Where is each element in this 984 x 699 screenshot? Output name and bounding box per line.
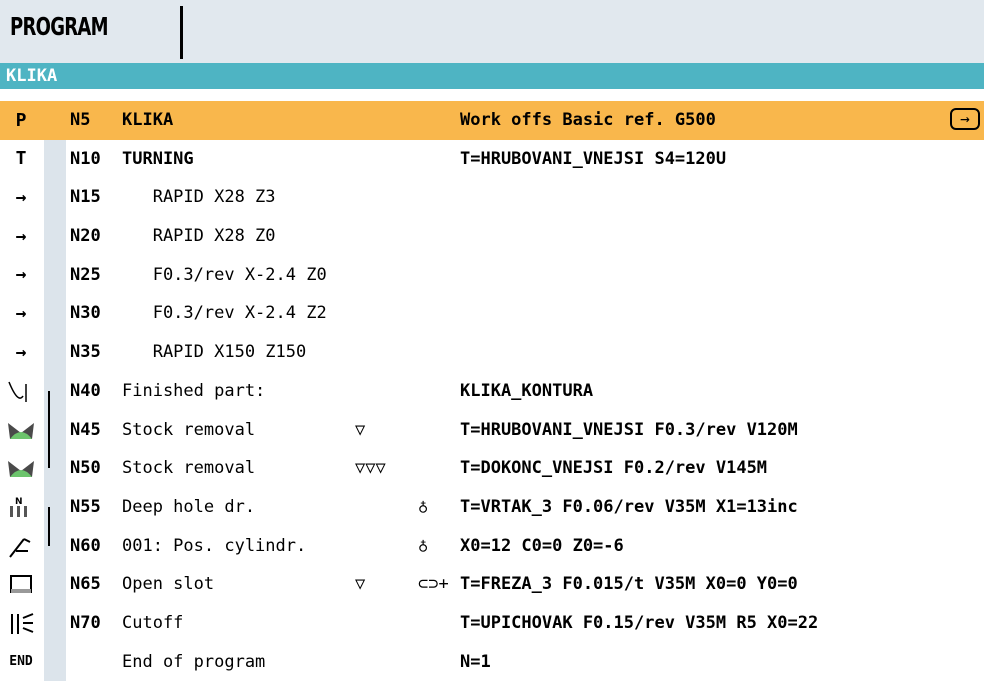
block-description: Stock removal bbox=[122, 419, 256, 440]
program-row[interactable]: → N15 RAPID X28 Z3 bbox=[0, 178, 984, 218]
block-description: Deep hole dr. bbox=[122, 496, 256, 517]
block-number: N30 bbox=[70, 303, 101, 324]
row-gutter bbox=[44, 139, 66, 179]
row-symbol: END bbox=[9, 654, 33, 670]
row-gutter bbox=[44, 255, 66, 295]
svg-text:N: N bbox=[15, 497, 23, 507]
block-number: N40 bbox=[70, 380, 101, 401]
program-name: KLIKA bbox=[6, 66, 58, 86]
open-slot-icon bbox=[4, 571, 38, 597]
deep-hole-icon: N bbox=[4, 494, 38, 520]
row-gutter bbox=[44, 565, 66, 604]
block-description: 001: Pos. cylindr. bbox=[122, 535, 307, 556]
block-mark: ▽▽▽ bbox=[355, 458, 386, 479]
block-number: N20 bbox=[70, 226, 101, 247]
program-row[interactable]: → N20 RAPID X28 Z0 bbox=[0, 217, 984, 256]
block-info: Work offs Basic ref. G500 bbox=[460, 110, 716, 130]
block-number: N60 bbox=[70, 535, 101, 556]
block-info: T=FREZA_3 F0.015/t V35M X0=0 Y0=0 bbox=[460, 574, 798, 595]
page-title: PROGRAM bbox=[10, 12, 109, 41]
row-gutter bbox=[44, 294, 66, 334]
block-info: X0=12 C0=0 Z0=-6 bbox=[460, 535, 624, 556]
program-row[interactable]: P N5 KLIKA Work offs Basic ref. G500 → bbox=[0, 101, 984, 140]
block-mark: ▽ bbox=[355, 574, 366, 595]
group-bracket bbox=[48, 390, 60, 469]
block-number: N25 bbox=[70, 264, 101, 285]
exit-icon[interactable]: → bbox=[950, 108, 980, 130]
stock-removal-icon bbox=[4, 455, 38, 481]
block-info: T=VRTAK_3 F0.06/rev V35M X1=13inc bbox=[460, 496, 798, 517]
block-number: N55 bbox=[70, 496, 101, 517]
block-description: Cutoff bbox=[122, 612, 184, 633]
block-description: Finished part: bbox=[122, 380, 266, 401]
finished-part-icon bbox=[4, 378, 38, 404]
block-description: KLIKA bbox=[122, 110, 174, 130]
row-gutter bbox=[44, 333, 66, 372]
block-description: Open slot bbox=[122, 574, 215, 595]
group-bracket bbox=[48, 507, 60, 546]
block-description: End of program bbox=[122, 651, 266, 672]
block-description: F0.3/rev X-2.4 Z2 bbox=[122, 303, 327, 324]
program-row[interactable]: N40 Finished part: KLIKA_KONTURA bbox=[0, 371, 984, 411]
arrow-icon: → bbox=[15, 225, 27, 247]
block-info: T=UPICHOVAK F0.15/rev V35M R5 X0=22 bbox=[460, 612, 819, 633]
block-mark: ♁ bbox=[418, 535, 429, 556]
block-description: F0.3/rev X-2.4 Z0 bbox=[122, 264, 327, 285]
row-gutter bbox=[44, 642, 66, 682]
program-row[interactable]: N70 Cutoff T=UPICHOVAK F0.15/rev V35M R5 X… bbox=[0, 603, 984, 643]
block-description: TURNING bbox=[122, 148, 194, 169]
program-row[interactable]: N60 001: Pos. cylindr. ♁ X0=12 C0=0 Z0=-6 bbox=[0, 526, 984, 566]
program-row[interactable]: N45 Stock removal ▽ T=HRUBOVANI_VNEJSI F0.3… bbox=[0, 410, 984, 450]
block-info: T=HRUBOVANI_VNEJSI F0.3/rev V120M bbox=[460, 419, 798, 440]
program-row[interactable]: → N35 RAPID X150 Z150 bbox=[0, 333, 984, 372]
block-number: N45 bbox=[70, 419, 101, 440]
position-icon bbox=[4, 533, 38, 559]
block-info: KLIKA_KONTURA bbox=[460, 380, 594, 401]
block-mark: ▽ bbox=[355, 419, 366, 440]
arrow-icon: → bbox=[15, 341, 27, 363]
program-list: P N5 KLIKA Work offs Basic ref. G500 → T N10 TU… bbox=[0, 101, 984, 682]
cutoff-icon bbox=[4, 610, 38, 636]
header-bar: PROGRAM bbox=[0, 0, 984, 63]
block-number: N65 bbox=[70, 574, 101, 595]
block-description: RAPID X28 Z3 bbox=[122, 187, 276, 208]
block-description: Stock removal bbox=[122, 458, 256, 479]
block-number: N35 bbox=[70, 342, 101, 363]
arrow-icon: → bbox=[15, 264, 27, 286]
program-row[interactable]: → N30 F0.3/rev X-2.4 Z2 bbox=[0, 294, 984, 334]
row-symbol: P bbox=[15, 109, 27, 131]
arrow-icon: → bbox=[15, 186, 27, 208]
program-row[interactable]: N50 Stock removal ▽▽▽ T=DOKONC_VNEJSI F0.2/… bbox=[0, 449, 984, 488]
header-divider bbox=[180, 6, 183, 59]
row-gutter bbox=[44, 101, 66, 140]
block-description: RAPID X28 Z0 bbox=[122, 226, 276, 247]
program-bar: KLIKA bbox=[0, 63, 984, 89]
stock-removal-icon bbox=[4, 417, 38, 443]
row-symbol: T bbox=[15, 148, 27, 170]
block-info: N=1 bbox=[460, 651, 491, 672]
program-row[interactable]: N65 Open slot ▽ ⊂⊃+ T=FREZA_3 F0.015/t V35M … bbox=[0, 565, 984, 604]
block-number: N5 bbox=[70, 110, 91, 130]
row-gutter bbox=[44, 217, 66, 256]
program-row[interactable]: → N25 F0.3/rev X-2.4 Z0 bbox=[0, 255, 984, 295]
block-description: RAPID X150 Z150 bbox=[122, 342, 307, 363]
program-row[interactable]: N N55 Deep hole dr. ♁ T=VRTAK_3 F0.06/rev V3… bbox=[0, 487, 984, 527]
arrow-icon: → bbox=[15, 302, 27, 324]
app-window: PROGRAM KLIKA P N5 KLIKA Work offs Basic re… bbox=[0, 0, 984, 699]
block-mark: ♁ bbox=[418, 496, 429, 517]
row-gutter bbox=[44, 603, 66, 643]
block-number: N10 bbox=[70, 148, 101, 169]
program-row[interactable]: END End of program N=1 bbox=[0, 642, 984, 682]
block-info: T=DOKONC_VNEJSI F0.2/rev V145M bbox=[460, 458, 768, 479]
block-info: T=HRUBOVANI_VNEJSI S4=120U bbox=[460, 148, 727, 169]
block-number: N70 bbox=[70, 612, 101, 633]
block-number: N50 bbox=[70, 458, 101, 479]
block-mark-2: ⊂⊃+ bbox=[418, 574, 449, 595]
row-gutter bbox=[44, 178, 66, 218]
block-number: N15 bbox=[70, 187, 101, 208]
program-row[interactable]: T N10 TURNING T=HRUBOVANI_VNEJSI S4=120U bbox=[0, 139, 984, 179]
